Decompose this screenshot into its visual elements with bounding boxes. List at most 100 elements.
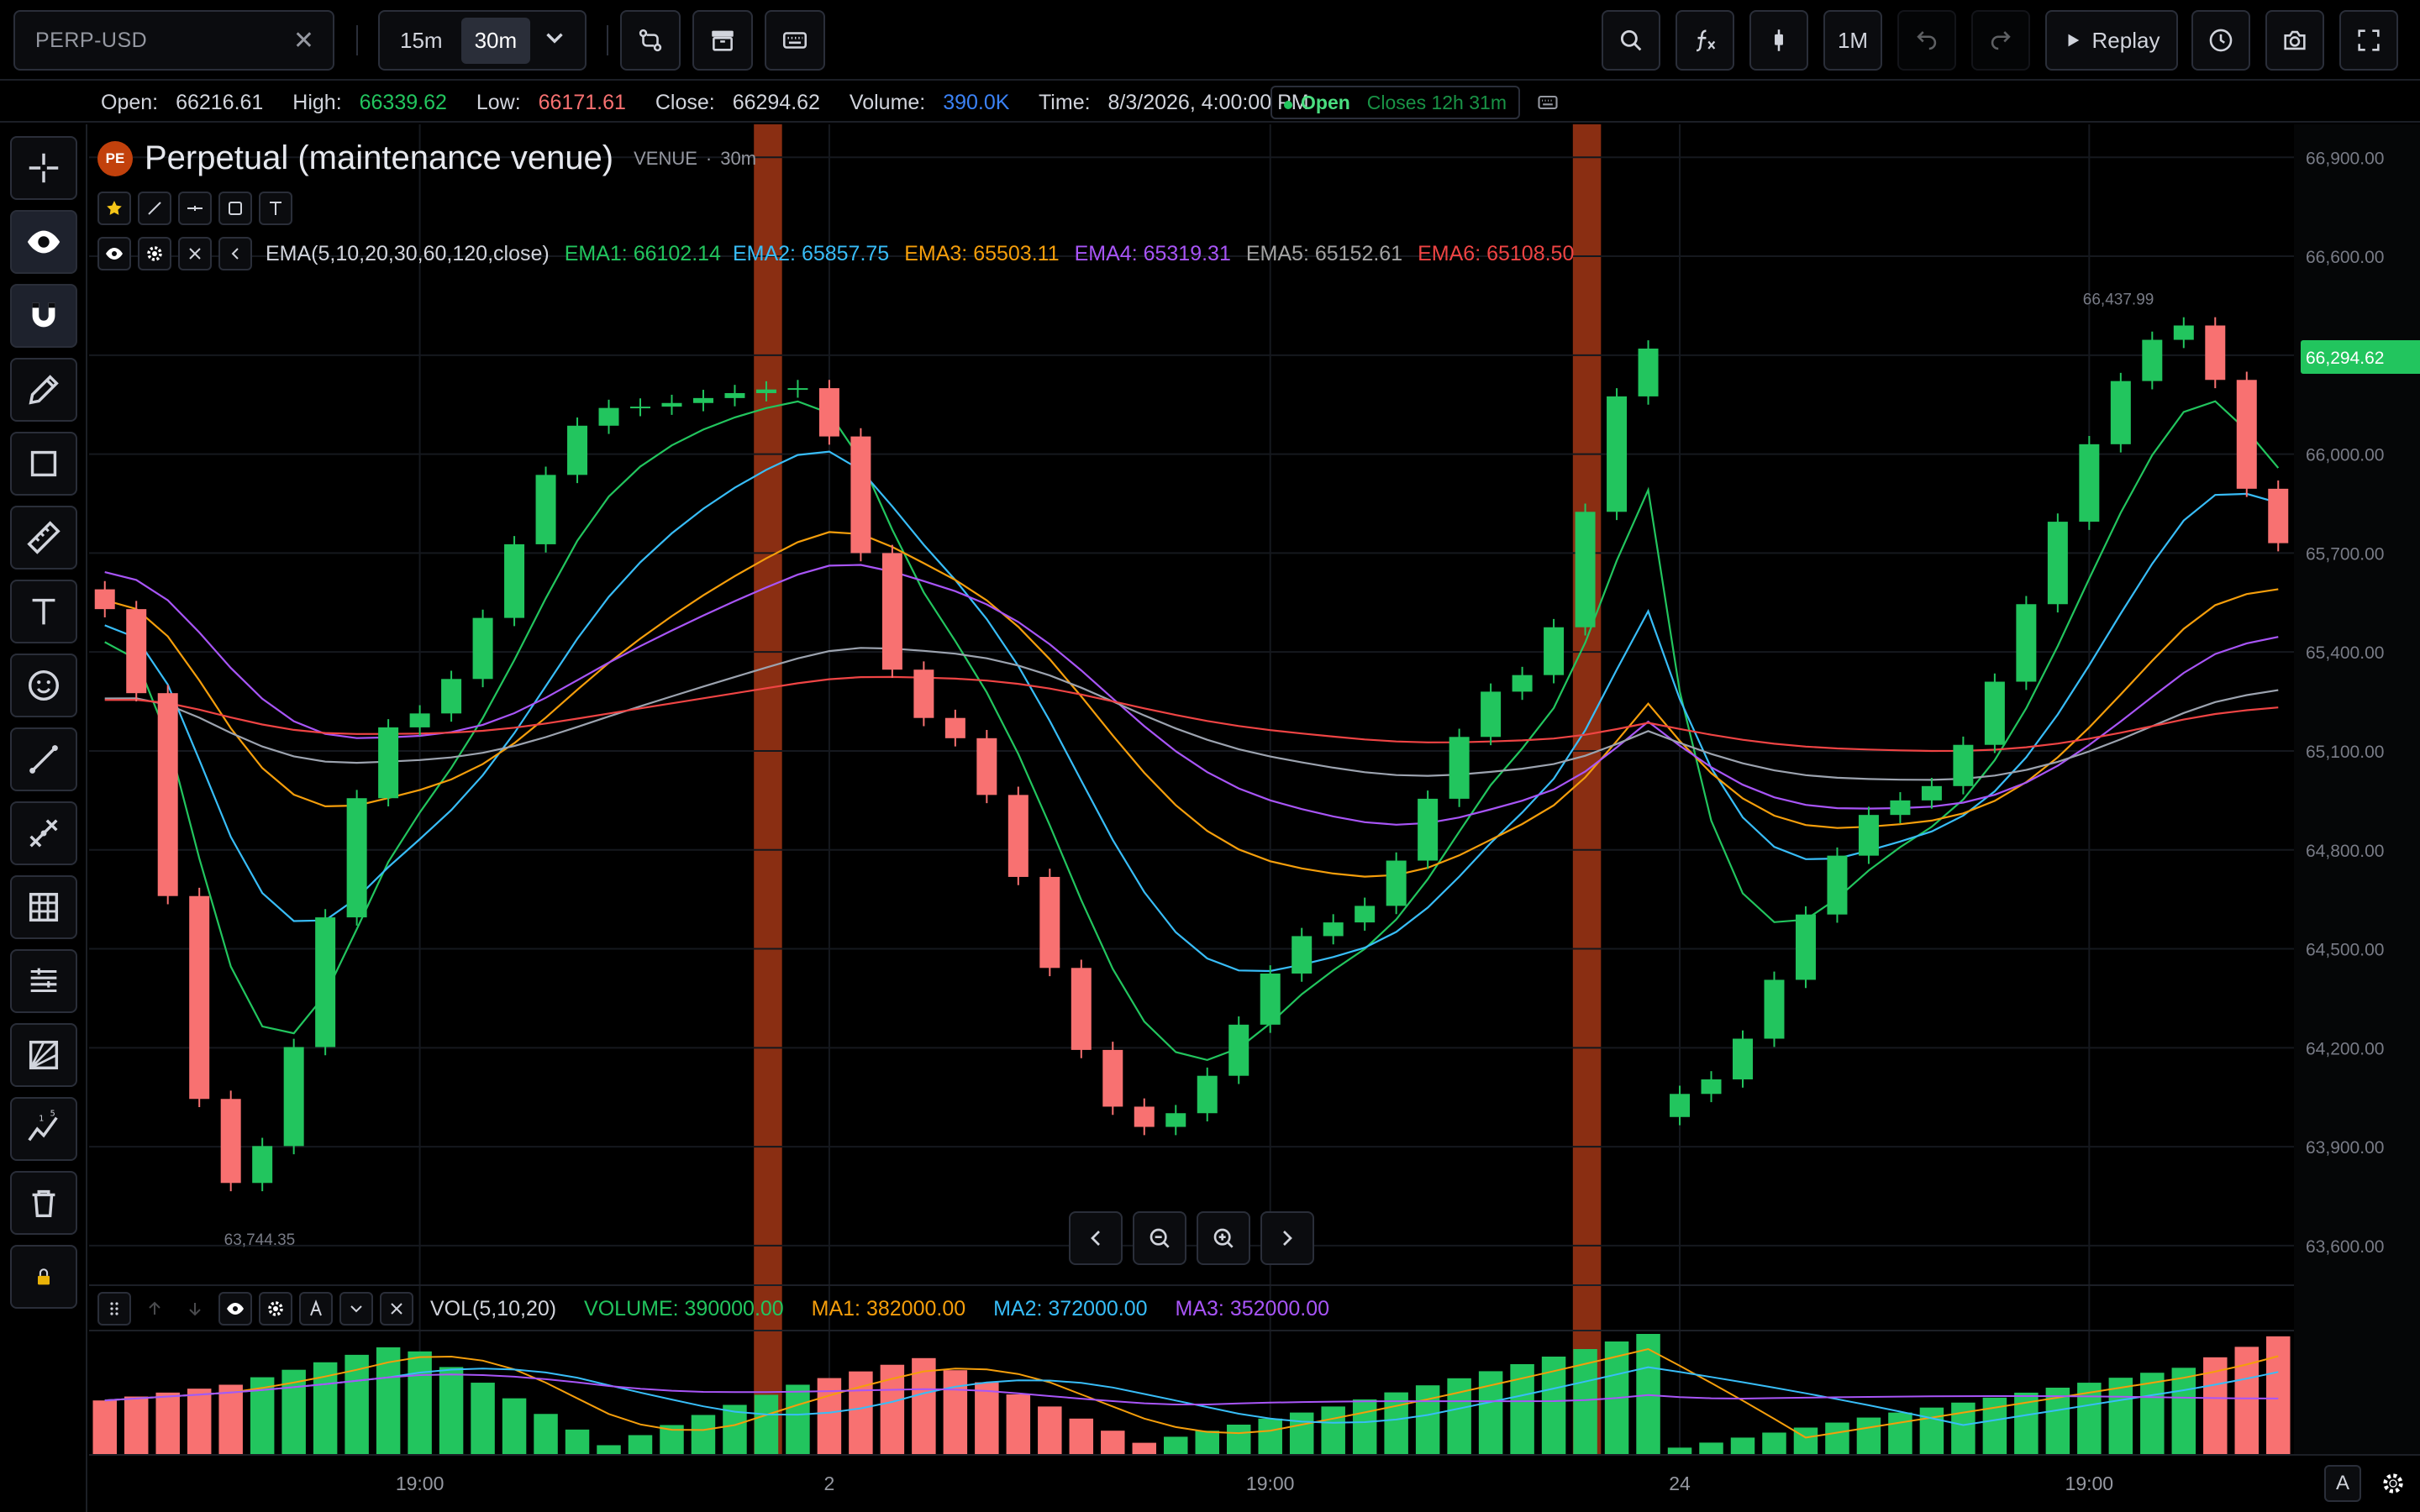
archive-button[interactable] [692, 10, 753, 71]
magnet-tool[interactable] [10, 284, 77, 348]
scroll-right-button[interactable] [1260, 1211, 1314, 1265]
crosshair-tool[interactable] [10, 136, 77, 200]
candle-body [1858, 815, 1879, 856]
redo-button[interactable] [1971, 10, 2030, 71]
ema3-value: EMA3: 65503.11 [904, 241, 1060, 265]
symbol-text[interactable]: PERP-USD [35, 29, 147, 53]
volume-auto-button[interactable] [299, 1292, 333, 1326]
market-status-badge: Open Closes 12h 31m [1270, 86, 1520, 119]
lock-icon [38, 1268, 50, 1285]
volume-bar [1762, 1432, 1786, 1455]
keyboard-icon[interactable] [1536, 91, 1560, 114]
move-up-button[interactable] [138, 1292, 171, 1326]
interval-30m[interactable]: 30m [460, 17, 531, 64]
candle-icon [1775, 29, 1783, 51]
candle-body [1670, 1094, 1691, 1117]
chart-type-button[interactable] [1749, 10, 1808, 71]
candle-body [1638, 348, 1659, 396]
text-tool[interactable] [10, 580, 77, 643]
clear-symbol-icon[interactable]: ✕ [293, 26, 314, 55]
candle-body [755, 389, 776, 393]
volume-ma3: MA3: 352000.00 [1175, 1296, 1330, 1320]
close-icon [391, 1303, 402, 1315]
volume-bar [1289, 1412, 1314, 1455]
pencil-tool[interactable] [10, 358, 77, 422]
letter-a-icon [310, 1299, 322, 1316]
emoji-tool[interactable] [10, 654, 77, 717]
ema-collapse-button[interactable] [218, 237, 252, 270]
volume-bar [408, 1351, 432, 1455]
indicators-button[interactable] [1676, 10, 1734, 71]
volume-settings-button[interactable] [259, 1292, 292, 1326]
volume-indicator-name: VOL(5,10,20) [430, 1296, 557, 1320]
crosshair-icon [29, 153, 59, 183]
candle-body [1292, 936, 1313, 974]
favorite-button[interactable] [97, 192, 131, 225]
replay-button[interactable]: Replay [2045, 10, 2178, 71]
rectangle-tool[interactable] [10, 432, 77, 496]
candle-body [1260, 973, 1281, 1025]
keyboard-button[interactable] [765, 10, 825, 71]
trendline-tool[interactable] [10, 727, 77, 791]
candle-body [818, 388, 839, 437]
ray-button[interactable] [138, 192, 171, 225]
volume-collapse-button[interactable] [339, 1292, 373, 1326]
ema-settings-button[interactable] [138, 237, 171, 270]
visibility-tool[interactable] [10, 210, 77, 274]
close-icon [189, 248, 201, 260]
auto-scale-button[interactable]: A [2324, 1465, 2361, 1502]
undo-button[interactable] [1897, 10, 1956, 71]
candles [94, 317, 2289, 1192]
volume-current: VOLUME: 390000.00 [584, 1296, 784, 1320]
venue-label: VENUE [634, 147, 697, 169]
hline-button[interactable] [178, 192, 212, 225]
zoom-out-button[interactable] [1133, 1211, 1186, 1265]
volume-bar [502, 1398, 527, 1455]
wave-tool[interactable]: 15 [10, 1097, 77, 1161]
volume-bar [1919, 1407, 1944, 1455]
levels-tool[interactable] [10, 949, 77, 1013]
range-label[interactable]: 1M [1838, 28, 1868, 54]
grid-tool[interactable] [10, 875, 77, 939]
top-toolbar: PERP-USD ✕ 15m 30m 1M Replay [0, 0, 2420, 81]
drag-handle[interactable] [97, 1292, 131, 1326]
lock-tool[interactable] [10, 1245, 77, 1309]
svg-text:5: 5 [50, 1110, 55, 1119]
ema-visibility-button[interactable] [97, 237, 131, 270]
zoom-in-button[interactable] [1197, 1211, 1250, 1265]
candle-body [2047, 522, 2068, 605]
clock-button[interactable] [2191, 10, 2250, 71]
chart-settings-button[interactable] [2375, 1465, 2412, 1502]
volume-bar [786, 1384, 810, 1455]
volume-bar [534, 1414, 558, 1455]
fullscreen-button[interactable] [2339, 10, 2398, 71]
interval-selector[interactable]: 15m 30m [378, 10, 587, 71]
low-price-marker: 63,744.35 [224, 1231, 296, 1249]
volume-visibility-button[interactable] [218, 1292, 252, 1326]
search-button[interactable] [1602, 10, 1660, 71]
scroll-left-button[interactable] [1069, 1211, 1123, 1265]
candle-body [1512, 675, 1533, 692]
gann-tool[interactable] [10, 1023, 77, 1087]
eye-icon [27, 230, 60, 254]
volume-remove-button[interactable] [380, 1292, 413, 1326]
text-button[interactable] [259, 192, 292, 225]
box-button[interactable] [218, 192, 252, 225]
candle-body [2205, 325, 2226, 381]
ruler-tool[interactable] [10, 506, 77, 570]
candle-body [1323, 922, 1344, 937]
compare-button[interactable] [620, 10, 681, 71]
candle-body [1984, 681, 2005, 745]
symbol-search-box[interactable]: PERP-USD ✕ [13, 10, 334, 71]
candle-body [94, 589, 115, 610]
volume-bar [92, 1400, 117, 1455]
interval-15m[interactable]: 15m [387, 18, 456, 64]
ema-remove-button[interactable] [178, 237, 212, 270]
screenshot-button[interactable] [2265, 10, 2324, 71]
chevron-down-icon[interactable] [540, 24, 569, 57]
delete-tool[interactable] [10, 1171, 77, 1235]
candle-body [252, 1146, 273, 1184]
move-down-button[interactable] [178, 1292, 212, 1326]
range-button[interactable]: 1M [1823, 10, 1882, 71]
fib-tool[interactable] [10, 801, 77, 865]
